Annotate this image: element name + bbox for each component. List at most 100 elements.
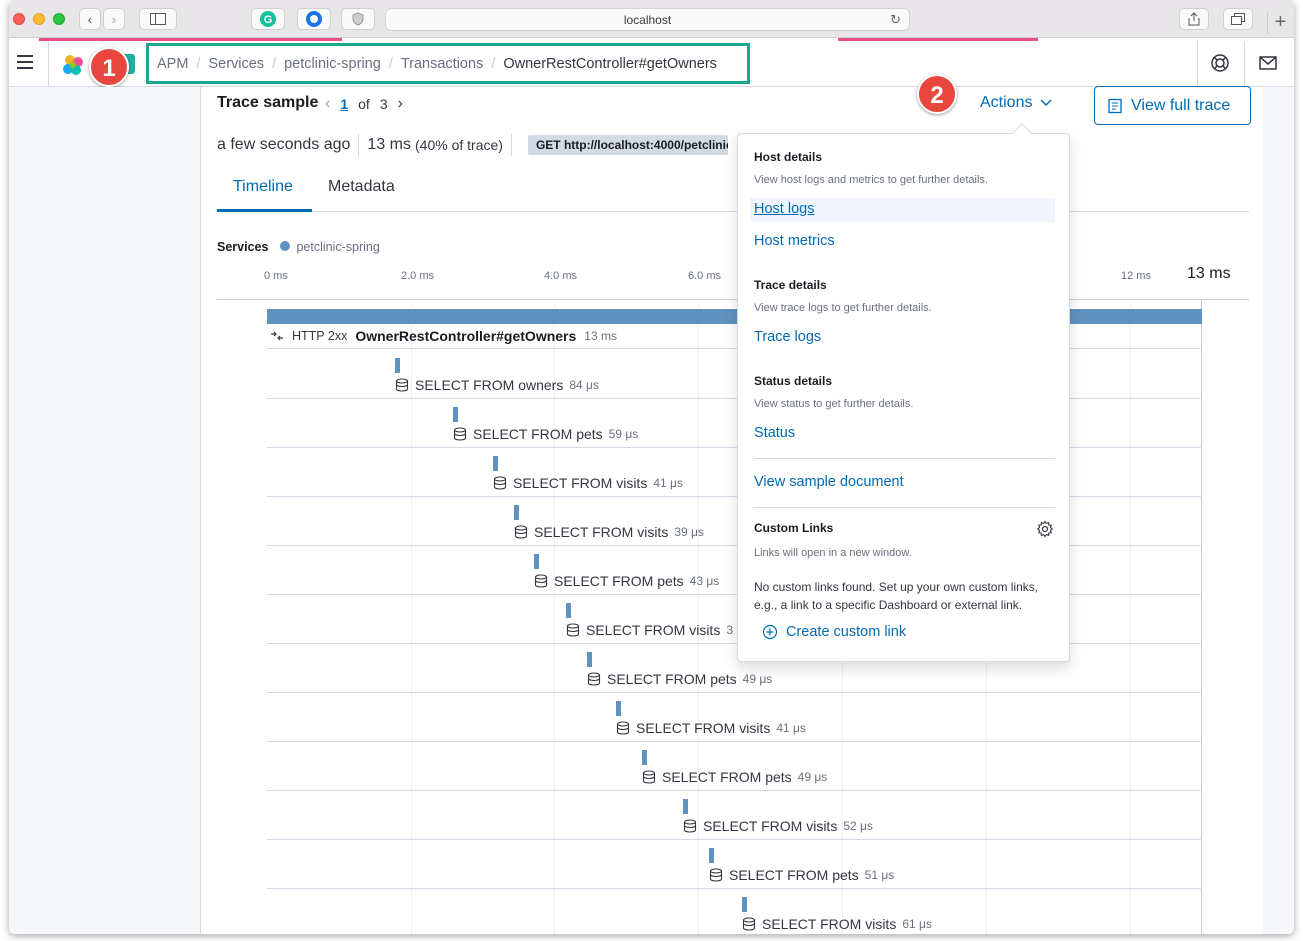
help-icon[interactable] [1210, 53, 1230, 73]
right-rail [1263, 87, 1294, 934]
services-legend: Services petclinic-spring [217, 240, 380, 254]
tab-timeline[interactable]: Timeline [233, 178, 293, 196]
mail-icon[interactable] [1258, 53, 1278, 73]
span-name: SELECT FROM visits [586, 622, 721, 638]
minimize-window-button[interactable] [33, 13, 45, 25]
sidebar-icon [150, 13, 166, 25]
span-bar[interactable] [709, 848, 714, 863]
span-bar[interactable] [493, 456, 498, 471]
database-icon [514, 525, 528, 539]
browser-toolbar: ‹ › G localhost ↻ + [9, 0, 1294, 38]
axis-end-label: 13 ms [1187, 265, 1231, 282]
status-link[interactable]: Status [754, 425, 795, 441]
host-details-desc: View host logs and metrics to get furthe… [754, 174, 988, 186]
tab-metadata[interactable]: Metadata [328, 178, 395, 196]
view-sample-document-link[interactable]: View sample document [754, 474, 904, 490]
custom-links-desc: Links will open in a new window. [754, 547, 912, 559]
span-bar[interactable] [642, 750, 647, 765]
annotation-badge-2: 2 [917, 74, 957, 114]
trace-details-desc: View trace logs to get further details. [754, 302, 932, 314]
breadcrumb-apm[interactable]: APM [157, 56, 188, 72]
host-logs-link[interactable]: Host logs [754, 201, 814, 217]
breadcrumb-services[interactable]: Services [208, 56, 264, 72]
legend-item: petclinic-spring [280, 240, 380, 254]
grammarly-icon: G [260, 11, 276, 27]
span-row[interactable]: SELECT FROM pets 51 μs [267, 840, 1202, 889]
breadcrumb-service[interactable]: petclinic-spring [284, 56, 381, 72]
axis-tick: 0 ms [264, 270, 288, 282]
span-bar[interactable] [453, 407, 458, 422]
axis-tick: 4.0 ms [544, 270, 578, 282]
onepassword-icon [306, 11, 322, 27]
span-bar[interactable] [742, 897, 747, 912]
new-tab-button[interactable]: + [1267, 12, 1293, 34]
axis-tick: 6.0 ms [688, 270, 722, 282]
span-bar[interactable] [616, 701, 621, 716]
tabs-overview-button[interactable] [1223, 8, 1253, 30]
trace-logs-link[interactable]: Trace logs [754, 329, 821, 345]
span-label: SELECT FROM visits 3 [566, 622, 733, 638]
host-metrics-link[interactable]: Host metrics [754, 233, 835, 249]
create-custom-link-label: Create custom link [786, 624, 907, 640]
share-button[interactable] [1179, 8, 1209, 30]
span-duration: 84 μs [569, 378, 599, 392]
span-row[interactable]: SELECT FROM visits 52 μs [267, 791, 1202, 840]
menu-icon[interactable] [17, 55, 33, 69]
pager-total[interactable]: 3 [380, 96, 388, 112]
plus-circle-icon [762, 624, 778, 640]
span-row[interactable]: SELECT FROM visits 61 μs [267, 889, 1202, 934]
back-button[interactable]: ‹ [79, 8, 101, 30]
trace-details-title: Trace details [754, 278, 827, 292]
browser-window: ‹ › G localhost ↻ + 1 APM / Services / p… [9, 0, 1294, 934]
address-bar[interactable]: localhost ↻ [385, 8, 910, 31]
span-name: SELECT FROM pets [554, 573, 684, 589]
create-custom-link-button[interactable]: Create custom link [762, 624, 906, 640]
span-name: SELECT FROM pets [473, 426, 603, 442]
span-bar[interactable] [514, 505, 519, 520]
span-bar[interactable] [534, 554, 539, 569]
services-label: Services [217, 240, 269, 254]
breadcrumb: APM / Services / petclinic-spring / Tran… [146, 43, 750, 84]
span-label: SELECT FROM visits 52 μs [683, 818, 873, 834]
span-label: SELECT FROM pets 59 μs [453, 426, 638, 442]
close-window-button[interactable] [13, 13, 25, 25]
annotation-badge-1: 1 [89, 47, 129, 87]
transaction-icon [271, 331, 283, 341]
chevron-left-icon[interactable]: ‹ [325, 95, 330, 113]
actions-button[interactable]: Actions [980, 94, 1052, 112]
forward-button[interactable]: › [103, 8, 125, 30]
gear-icon[interactable] [1036, 520, 1054, 538]
transaction-status: HTTP 2xx [292, 329, 348, 343]
sidebar-toggle-button[interactable] [139, 8, 177, 30]
span-row[interactable]: SELECT FROM visits 41 μs [267, 693, 1202, 742]
view-full-trace-button[interactable]: View full trace [1094, 86, 1251, 125]
span-bar[interactable] [566, 603, 571, 618]
chevron-down-icon [1040, 99, 1052, 107]
pager-current[interactable]: 1 [340, 96, 348, 112]
address-text: localhost [623, 13, 672, 27]
grammarly-extension-button[interactable]: G [251, 8, 285, 30]
plus-icon: + [1274, 11, 1287, 33]
span-label: SELECT FROM visits 41 μs [493, 475, 683, 491]
span-bar[interactable] [587, 652, 592, 667]
database-icon [683, 819, 697, 833]
database-icon [395, 378, 409, 392]
maximize-window-button[interactable] [53, 13, 65, 25]
status-details-title: Status details [754, 374, 833, 388]
breadcrumb-transactions[interactable]: Transactions [401, 56, 483, 72]
elastic-logo-icon[interactable] [61, 53, 85, 77]
span-bar[interactable] [395, 358, 400, 373]
trace-duration-pct: (40% of trace) [415, 137, 503, 153]
reload-icon[interactable]: ↻ [890, 9, 901, 31]
privacy-extension-button[interactable] [341, 8, 375, 30]
divider [754, 507, 1055, 508]
chevron-left-icon: ‹ [87, 11, 93, 27]
timeline-axis: 0 ms 2.0 ms 4.0 ms 6.0 ms 12 ms 13 ms [217, 264, 1249, 300]
password-extension-button[interactable] [297, 8, 331, 30]
chevron-right-icon[interactable]: › [398, 95, 403, 113]
database-icon [493, 476, 507, 490]
divider [48, 41, 49, 87]
database-icon [453, 427, 467, 441]
span-row[interactable]: SELECT FROM pets 49 μs [267, 742, 1202, 791]
span-bar[interactable] [683, 799, 688, 814]
